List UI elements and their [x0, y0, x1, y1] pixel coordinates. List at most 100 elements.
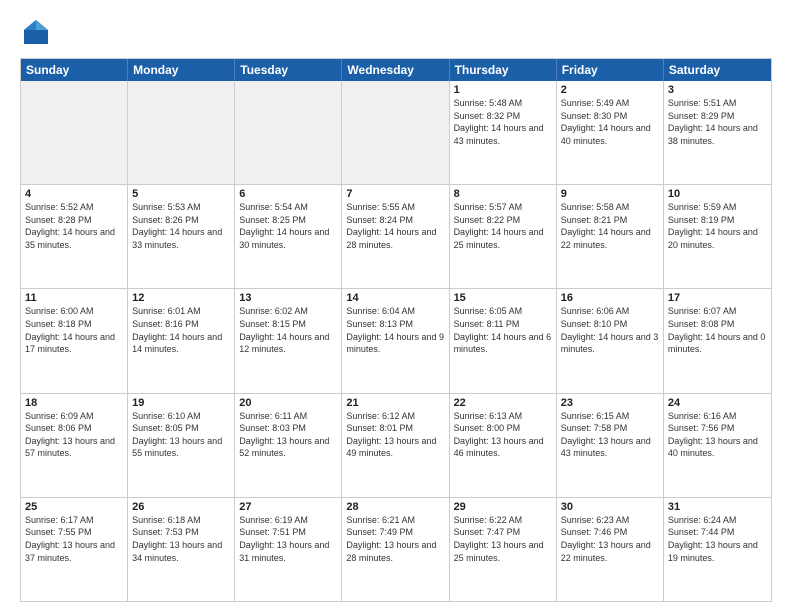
day-number: 31	[668, 501, 767, 513]
day-number: 10	[668, 188, 767, 200]
day-number: 7	[346, 188, 444, 200]
cell-info: Sunrise: 5:58 AM Sunset: 8:21 PM Dayligh…	[561, 201, 659, 251]
calendar-cell-day-24: 24Sunrise: 6:16 AM Sunset: 7:56 PM Dayli…	[664, 394, 771, 497]
calendar-cell-day-28: 28Sunrise: 6:21 AM Sunset: 7:49 PM Dayli…	[342, 498, 449, 601]
day-number: 16	[561, 292, 659, 304]
calendar-cell-day-18: 18Sunrise: 6:09 AM Sunset: 8:06 PM Dayli…	[21, 394, 128, 497]
calendar-cell-day-20: 20Sunrise: 6:11 AM Sunset: 8:03 PM Dayli…	[235, 394, 342, 497]
day-number: 2	[561, 84, 659, 96]
day-number: 9	[561, 188, 659, 200]
calendar-cell-empty	[342, 81, 449, 184]
calendar-cell-day-15: 15Sunrise: 6:05 AM Sunset: 8:11 PM Dayli…	[450, 289, 557, 392]
day-number: 11	[25, 292, 123, 304]
cell-info: Sunrise: 6:11 AM Sunset: 8:03 PM Dayligh…	[239, 410, 337, 460]
calendar-header-sunday: Sunday	[21, 59, 128, 81]
logo	[20, 16, 56, 48]
cell-info: Sunrise: 6:24 AM Sunset: 7:44 PM Dayligh…	[668, 514, 767, 564]
cell-info: Sunrise: 5:53 AM Sunset: 8:26 PM Dayligh…	[132, 201, 230, 251]
cell-info: Sunrise: 6:16 AM Sunset: 7:56 PM Dayligh…	[668, 410, 767, 460]
cell-info: Sunrise: 5:52 AM Sunset: 8:28 PM Dayligh…	[25, 201, 123, 251]
calendar-header-tuesday: Tuesday	[235, 59, 342, 81]
calendar-cell-day-9: 9Sunrise: 5:58 AM Sunset: 8:21 PM Daylig…	[557, 185, 664, 288]
page: SundayMondayTuesdayWednesdayThursdayFrid…	[0, 0, 792, 612]
day-number: 22	[454, 397, 552, 409]
calendar-cell-day-3: 3Sunrise: 5:51 AM Sunset: 8:29 PM Daylig…	[664, 81, 771, 184]
calendar-cell-day-14: 14Sunrise: 6:04 AM Sunset: 8:13 PM Dayli…	[342, 289, 449, 392]
cell-info: Sunrise: 5:55 AM Sunset: 8:24 PM Dayligh…	[346, 201, 444, 251]
cell-info: Sunrise: 6:17 AM Sunset: 7:55 PM Dayligh…	[25, 514, 123, 564]
calendar-cell-day-13: 13Sunrise: 6:02 AM Sunset: 8:15 PM Dayli…	[235, 289, 342, 392]
calendar-cell-empty	[235, 81, 342, 184]
day-number: 29	[454, 501, 552, 513]
cell-info: Sunrise: 6:22 AM Sunset: 7:47 PM Dayligh…	[454, 514, 552, 564]
cell-info: Sunrise: 5:59 AM Sunset: 8:19 PM Dayligh…	[668, 201, 767, 251]
cell-info: Sunrise: 6:00 AM Sunset: 8:18 PM Dayligh…	[25, 305, 123, 355]
calendar-row-2: 4Sunrise: 5:52 AM Sunset: 8:28 PM Daylig…	[21, 184, 771, 288]
cell-info: Sunrise: 6:23 AM Sunset: 7:46 PM Dayligh…	[561, 514, 659, 564]
day-number: 12	[132, 292, 230, 304]
calendar-row-4: 18Sunrise: 6:09 AM Sunset: 8:06 PM Dayli…	[21, 393, 771, 497]
calendar-cell-day-21: 21Sunrise: 6:12 AM Sunset: 8:01 PM Dayli…	[342, 394, 449, 497]
day-number: 23	[561, 397, 659, 409]
calendar-cell-day-6: 6Sunrise: 5:54 AM Sunset: 8:25 PM Daylig…	[235, 185, 342, 288]
day-number: 5	[132, 188, 230, 200]
calendar-cell-day-17: 17Sunrise: 6:07 AM Sunset: 8:08 PM Dayli…	[664, 289, 771, 392]
cell-info: Sunrise: 6:13 AM Sunset: 8:00 PM Dayligh…	[454, 410, 552, 460]
day-number: 14	[346, 292, 444, 304]
calendar-header: SundayMondayTuesdayWednesdayThursdayFrid…	[21, 59, 771, 81]
calendar-cell-day-26: 26Sunrise: 6:18 AM Sunset: 7:53 PM Dayli…	[128, 498, 235, 601]
header	[20, 16, 772, 48]
cell-info: Sunrise: 6:06 AM Sunset: 8:10 PM Dayligh…	[561, 305, 659, 355]
cell-info: Sunrise: 5:57 AM Sunset: 8:22 PM Dayligh…	[454, 201, 552, 251]
cell-info: Sunrise: 6:19 AM Sunset: 7:51 PM Dayligh…	[239, 514, 337, 564]
day-number: 27	[239, 501, 337, 513]
calendar-header-saturday: Saturday	[664, 59, 771, 81]
day-number: 26	[132, 501, 230, 513]
cell-info: Sunrise: 6:12 AM Sunset: 8:01 PM Dayligh…	[346, 410, 444, 460]
calendar-cell-day-10: 10Sunrise: 5:59 AM Sunset: 8:19 PM Dayli…	[664, 185, 771, 288]
calendar-cell-day-27: 27Sunrise: 6:19 AM Sunset: 7:51 PM Dayli…	[235, 498, 342, 601]
calendar-cell-day-2: 2Sunrise: 5:49 AM Sunset: 8:30 PM Daylig…	[557, 81, 664, 184]
calendar-cell-day-11: 11Sunrise: 6:00 AM Sunset: 8:18 PM Dayli…	[21, 289, 128, 392]
cell-info: Sunrise: 6:10 AM Sunset: 8:05 PM Dayligh…	[132, 410, 230, 460]
day-number: 3	[668, 84, 767, 96]
calendar-cell-empty	[128, 81, 235, 184]
day-number: 18	[25, 397, 123, 409]
calendar-row-5: 25Sunrise: 6:17 AM Sunset: 7:55 PM Dayli…	[21, 497, 771, 601]
calendar-cell-day-22: 22Sunrise: 6:13 AM Sunset: 8:00 PM Dayli…	[450, 394, 557, 497]
cell-info: Sunrise: 5:49 AM Sunset: 8:30 PM Dayligh…	[561, 97, 659, 147]
cell-info: Sunrise: 6:09 AM Sunset: 8:06 PM Dayligh…	[25, 410, 123, 460]
calendar-cell-day-16: 16Sunrise: 6:06 AM Sunset: 8:10 PM Dayli…	[557, 289, 664, 392]
cell-info: Sunrise: 6:15 AM Sunset: 7:58 PM Dayligh…	[561, 410, 659, 460]
day-number: 6	[239, 188, 337, 200]
cell-info: Sunrise: 6:21 AM Sunset: 7:49 PM Dayligh…	[346, 514, 444, 564]
day-number: 1	[454, 84, 552, 96]
day-number: 19	[132, 397, 230, 409]
calendar-cell-empty	[21, 81, 128, 184]
calendar-cell-day-12: 12Sunrise: 6:01 AM Sunset: 8:16 PM Dayli…	[128, 289, 235, 392]
day-number: 20	[239, 397, 337, 409]
calendar-cell-day-1: 1Sunrise: 5:48 AM Sunset: 8:32 PM Daylig…	[450, 81, 557, 184]
calendar-cell-day-8: 8Sunrise: 5:57 AM Sunset: 8:22 PM Daylig…	[450, 185, 557, 288]
calendar-header-wednesday: Wednesday	[342, 59, 449, 81]
calendar-cell-day-5: 5Sunrise: 5:53 AM Sunset: 8:26 PM Daylig…	[128, 185, 235, 288]
day-number: 8	[454, 188, 552, 200]
calendar-cell-day-4: 4Sunrise: 5:52 AM Sunset: 8:28 PM Daylig…	[21, 185, 128, 288]
day-number: 30	[561, 501, 659, 513]
calendar: SundayMondayTuesdayWednesdayThursdayFrid…	[20, 58, 772, 602]
cell-info: Sunrise: 6:18 AM Sunset: 7:53 PM Dayligh…	[132, 514, 230, 564]
day-number: 25	[25, 501, 123, 513]
calendar-header-friday: Friday	[557, 59, 664, 81]
day-number: 24	[668, 397, 767, 409]
calendar-cell-day-19: 19Sunrise: 6:10 AM Sunset: 8:05 PM Dayli…	[128, 394, 235, 497]
cell-info: Sunrise: 5:54 AM Sunset: 8:25 PM Dayligh…	[239, 201, 337, 251]
calendar-body: 1Sunrise: 5:48 AM Sunset: 8:32 PM Daylig…	[21, 81, 771, 601]
day-number: 15	[454, 292, 552, 304]
cell-info: Sunrise: 6:07 AM Sunset: 8:08 PM Dayligh…	[668, 305, 767, 355]
cell-info: Sunrise: 5:48 AM Sunset: 8:32 PM Dayligh…	[454, 97, 552, 147]
logo-icon	[20, 16, 52, 48]
calendar-cell-day-7: 7Sunrise: 5:55 AM Sunset: 8:24 PM Daylig…	[342, 185, 449, 288]
cell-info: Sunrise: 6:01 AM Sunset: 8:16 PM Dayligh…	[132, 305, 230, 355]
cell-info: Sunrise: 6:02 AM Sunset: 8:15 PM Dayligh…	[239, 305, 337, 355]
calendar-row-3: 11Sunrise: 6:00 AM Sunset: 8:18 PM Dayli…	[21, 288, 771, 392]
